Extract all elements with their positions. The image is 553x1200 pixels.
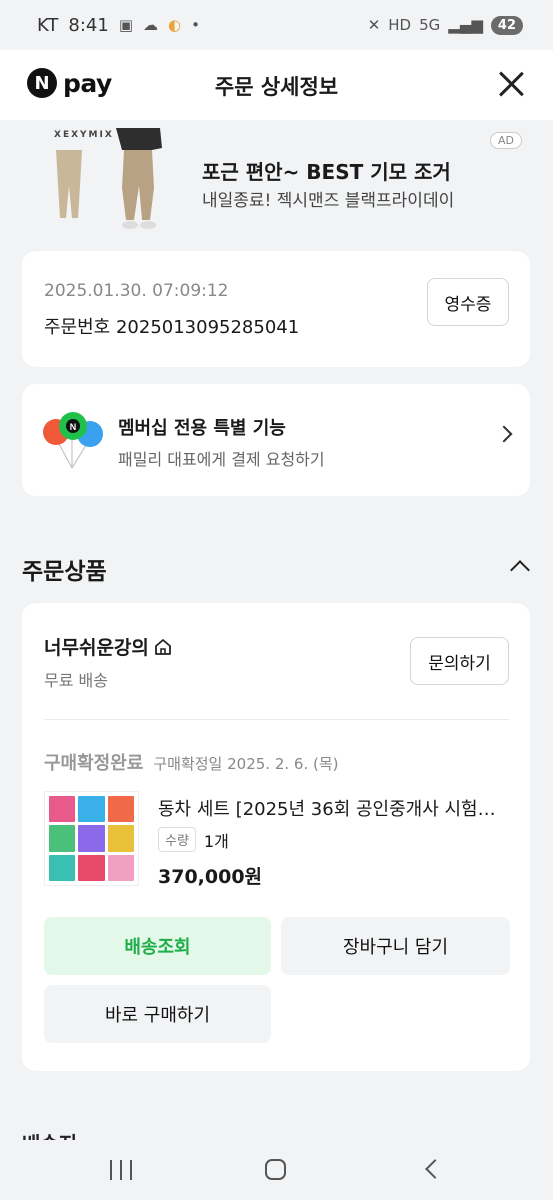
section-title-products: 주문상품 [22,559,107,585]
order-products-card: 너무쉬운강의 무료 배송 문의하기 구매확정완료 구매확정일 2025. 2. … [22,603,530,1071]
quantity-value: 1개 [203,831,229,851]
membership-card[interactable]: N 멤버십 전용 특별 기능 패밀리 대표에게 결제 요청하기 [22,384,530,496]
product-name[interactable]: 동차 세트 [2025년 36회 공인중개사 시험대비] [158,795,510,821]
track-delivery-button[interactable]: 배송조회 [44,917,271,975]
order-datetime: 2025.01.30. 07:09:12 [44,281,229,301]
app-notification-icon: ◐ [168,16,182,34]
next-section-title: 배송지 [22,1128,77,1140]
mute-icon: ✕ [367,16,381,34]
close-icon[interactable] [497,70,525,98]
network-5g-icon: 5G [419,16,441,34]
membership-title: 멤버십 전용 특별 기능 [118,418,286,439]
membership-subtitle: 패밀리 대표에게 결제 요청하기 [118,450,325,469]
ad-product-image [56,128,162,229]
inquiry-button[interactable]: 문의하기 [410,637,509,685]
hd-icon: HD [388,16,412,34]
svg-text:N: N [70,422,77,432]
order-info-card: 2025.01.30. 07:09:12 주문번호 20250130952850… [22,251,530,367]
screenshot-icon: ▣ [118,16,134,34]
order-status: 구매확정완료 [44,753,144,774]
buy-now-button[interactable]: 바로 구매하기 [44,985,271,1043]
quantity-tag: 수량 [158,827,196,852]
ad-brand: XEXYMIX [54,130,114,140]
home-icon[interactable] [265,1159,286,1180]
chevron-right-icon [495,425,513,443]
divider [44,719,509,720]
system-nav-bar [0,1140,553,1200]
time-text: 8:41 [68,14,109,36]
battery-icon: 42 [490,15,523,35]
status-bar: KT 8:41 ▣ ☁ ◐ • ✕ HD 5G ▂▄▆ 42 [0,0,553,50]
carrier-text: KT [37,14,59,36]
product-price: 370,000원 [158,866,263,888]
balloons-icon: N [43,412,103,469]
seller-name[interactable]: 너무쉬운강의 [44,633,173,660]
page-title: 주문 상세정보 [214,75,339,99]
ad-banner[interactable]: XEXYMIX 포근 편안~ BEST 기모 조거 내일종료! 젝시맨즈 블랙프… [22,128,530,230]
ad-headline: 포근 편안~ BEST 기모 조거 [202,160,451,184]
shipping-info: 무료 배송 [44,671,108,690]
back-icon[interactable] [425,1159,445,1179]
order-number: 주문번호 2025013095285041 [44,317,300,338]
recent-apps-icon[interactable] [110,1160,132,1180]
app-header: N pay 주문 상세정보 [0,50,553,120]
store-home-icon [154,638,171,655]
ad-badge: AD [490,132,522,149]
confirm-date: 구매확정일 2025. 2. 6. (목) [153,755,339,773]
seller-name-text: 너무쉬운강의 [44,637,149,659]
order-status-row: 구매확정완료 구매확정일 2025. 2. 6. (목) [44,749,339,775]
add-to-cart-button[interactable]: 장바구니 담기 [281,917,510,975]
signal-icon: ▂▄▆ [448,16,483,34]
quantity-row: 수량 1개 [158,827,229,852]
receipt-button[interactable]: 영수증 [427,278,509,326]
more-dot-icon: • [191,16,200,34]
cloud-icon: ☁ [143,16,159,34]
product-thumbnail[interactable] [44,791,139,886]
chevron-up-icon[interactable] [510,560,530,580]
ad-subtitle: 내일종료! 젝시맨즈 블랙프라이데이 [202,191,455,211]
